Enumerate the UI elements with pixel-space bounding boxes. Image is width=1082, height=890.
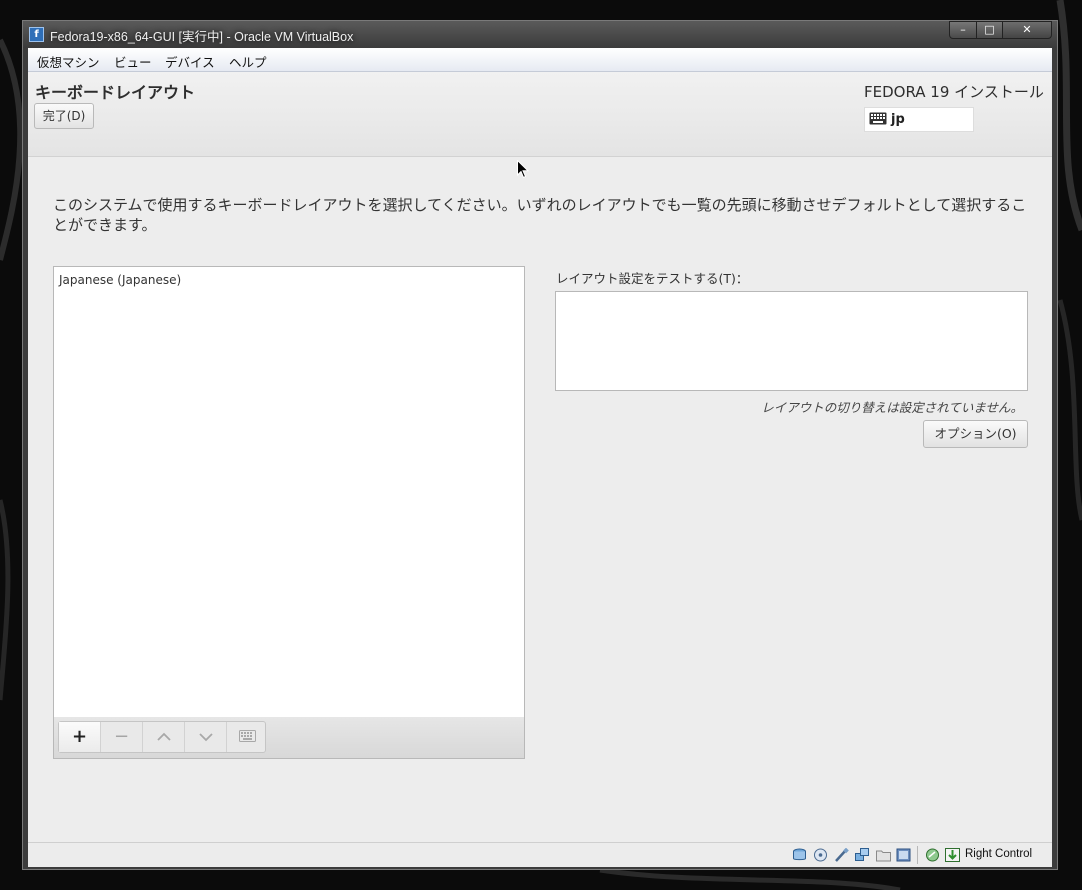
keyboard-icon (869, 112, 887, 125)
move-up-button[interactable] (143, 722, 185, 752)
preview-layout-button[interactable] (227, 722, 267, 752)
mouse-cursor-icon (517, 160, 529, 179)
layout-toolbar-buttons: + − (58, 721, 266, 753)
usb-icon[interactable] (834, 848, 849, 862)
menu-devices[interactable]: デバイス (165, 52, 215, 71)
menu-machine[interactable]: 仮想マシン (37, 52, 100, 71)
host-key-label: Right Control (965, 848, 1033, 860)
shared-folder-icon[interactable] (876, 848, 891, 862)
test-layout-field[interactable] (555, 291, 1028, 391)
menubar: 仮想マシン ビュー デバイス ヘルプ (28, 48, 1052, 72)
product-title: FEDORA 19 インストール (864, 83, 1044, 101)
menu-view[interactable]: ビュー (114, 52, 152, 71)
menu-help[interactable]: ヘルプ (229, 52, 267, 71)
layout-list[interactable]: Japanese (Japanese) (53, 266, 525, 718)
window-titlebar[interactable]: f Fedora19-x86_64-GUI [実行中] - Oracle VM … (23, 21, 1057, 48)
guest-display: キーボードレイアウト 完了(D) FEDORA 19 インストール jp このシ… (28, 72, 1052, 842)
virtualbox-app-icon: f (29, 27, 44, 42)
page-title: キーボードレイアウト (35, 83, 196, 102)
close-button[interactable]: ✕ (1002, 21, 1052, 39)
keyboard-capture-icon[interactable] (945, 848, 960, 862)
keyboard-icon (238, 730, 256, 742)
keyboard-indicator[interactable]: jp (864, 107, 974, 132)
statusbar: Right Control (28, 842, 1052, 867)
display-icon[interactable] (896, 848, 911, 862)
mouse-integration-icon[interactable] (925, 848, 940, 862)
maximize-button[interactable]: □ (976, 21, 1003, 39)
optical-drive-icon[interactable] (813, 848, 828, 862)
options-button[interactable]: オプション(O) (923, 420, 1028, 448)
test-layout-label: レイアウト設定をテストする(T)： (556, 271, 749, 286)
network-icon[interactable] (855, 848, 870, 862)
chevron-down-icon (198, 733, 213, 742)
remove-layout-button[interactable]: − (101, 722, 143, 752)
move-down-button[interactable] (185, 722, 227, 752)
list-item[interactable]: Japanese (Japanese) (59, 273, 181, 287)
chevron-up-icon (156, 732, 171, 741)
window-title: Fedora19-x86_64-GUI [実行中] - Oracle VM Vi… (50, 30, 354, 44)
layout-switch-status: レイアウトの切り替えは設定されていません。 (761, 400, 1023, 415)
instructions-text: このシステムで使用するキーボードレイアウトを選択してください。いずれのレイアウト… (53, 196, 1027, 234)
virtualbox-window: f Fedora19-x86_64-GUI [実行中] - Oracle VM … (22, 20, 1058, 870)
done-button[interactable]: 完了(D) (34, 103, 94, 129)
keyboard-indicator-value: jp (891, 112, 905, 127)
installer-header: キーボードレイアウト 完了(D) FEDORA 19 インストール jp (28, 72, 1052, 157)
minimize-button[interactable]: – (949, 21, 977, 39)
hard-disk-icon[interactable] (792, 848, 807, 862)
add-layout-button[interactable]: + (59, 722, 101, 752)
statusbar-divider (917, 846, 918, 864)
layout-list-toolbar: + − (53, 717, 525, 759)
